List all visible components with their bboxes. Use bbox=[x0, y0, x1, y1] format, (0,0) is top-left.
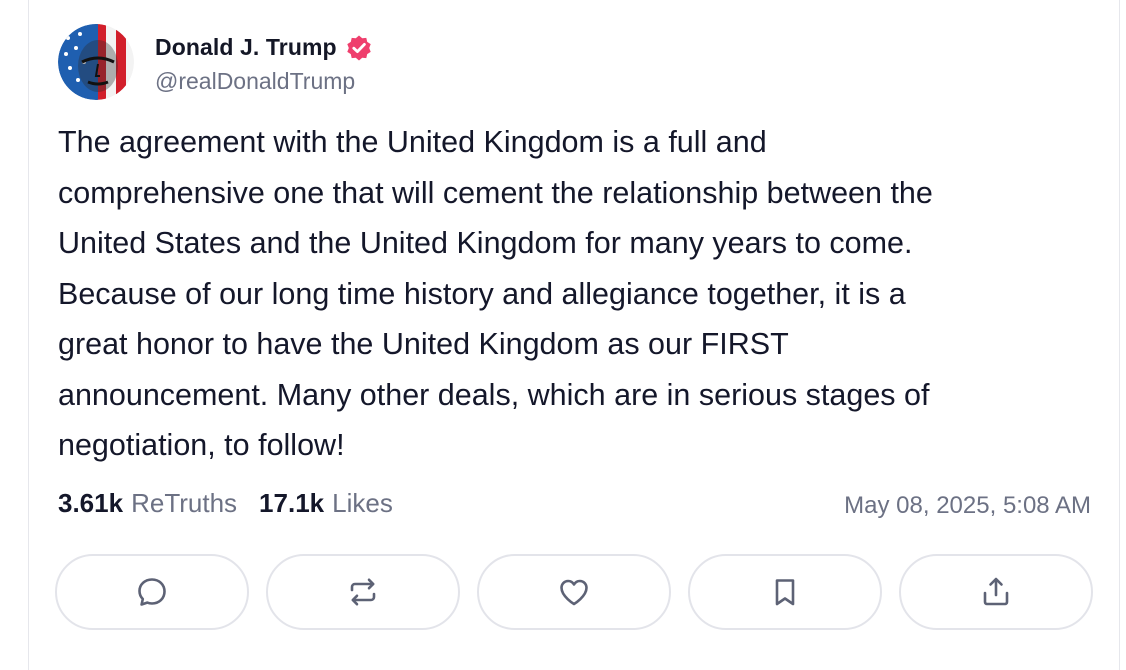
like-button[interactable] bbox=[477, 554, 671, 630]
verified-badge-icon bbox=[345, 34, 373, 62]
post-body-text: The agreement with the United Kingdom is… bbox=[58, 125, 933, 462]
bookmark-icon bbox=[775, 579, 795, 606]
post-header: Donald J. Trump @realDonaldTrump bbox=[58, 24, 373, 100]
display-name[interactable]: Donald J. Trump bbox=[155, 34, 337, 61]
likes-count[interactable]: 17.1k bbox=[259, 488, 324, 519]
heart-icon bbox=[560, 579, 588, 606]
post-timestamp[interactable]: May 08, 2025, 5:08 AM bbox=[844, 492, 1091, 520]
share-icon bbox=[983, 577, 1009, 606]
bookmark-button[interactable] bbox=[688, 554, 882, 630]
share-button[interactable] bbox=[899, 554, 1093, 630]
action-bar bbox=[55, 554, 1093, 630]
author-info: Donald J. Trump @realDonaldTrump bbox=[155, 30, 373, 95]
avatar[interactable] bbox=[58, 24, 134, 100]
likes-label[interactable]: Likes bbox=[332, 488, 393, 519]
display-name-row: Donald J. Trump bbox=[155, 30, 373, 66]
retruths-count[interactable]: 3.61k bbox=[58, 488, 123, 519]
repost-icon bbox=[350, 578, 376, 606]
retruth-button[interactable] bbox=[266, 554, 460, 630]
retruths-label[interactable]: ReTruths bbox=[131, 488, 237, 519]
author-handle[interactable]: @realDonaldTrump bbox=[155, 68, 373, 95]
post-card: Donald J. Trump @realDonaldTrump The agr… bbox=[28, 0, 1120, 670]
post-stats: 3.61k ReTruths 17.1k Likes bbox=[58, 488, 393, 519]
chat-bubble-icon bbox=[138, 578, 166, 606]
reply-button[interactable] bbox=[55, 554, 249, 630]
